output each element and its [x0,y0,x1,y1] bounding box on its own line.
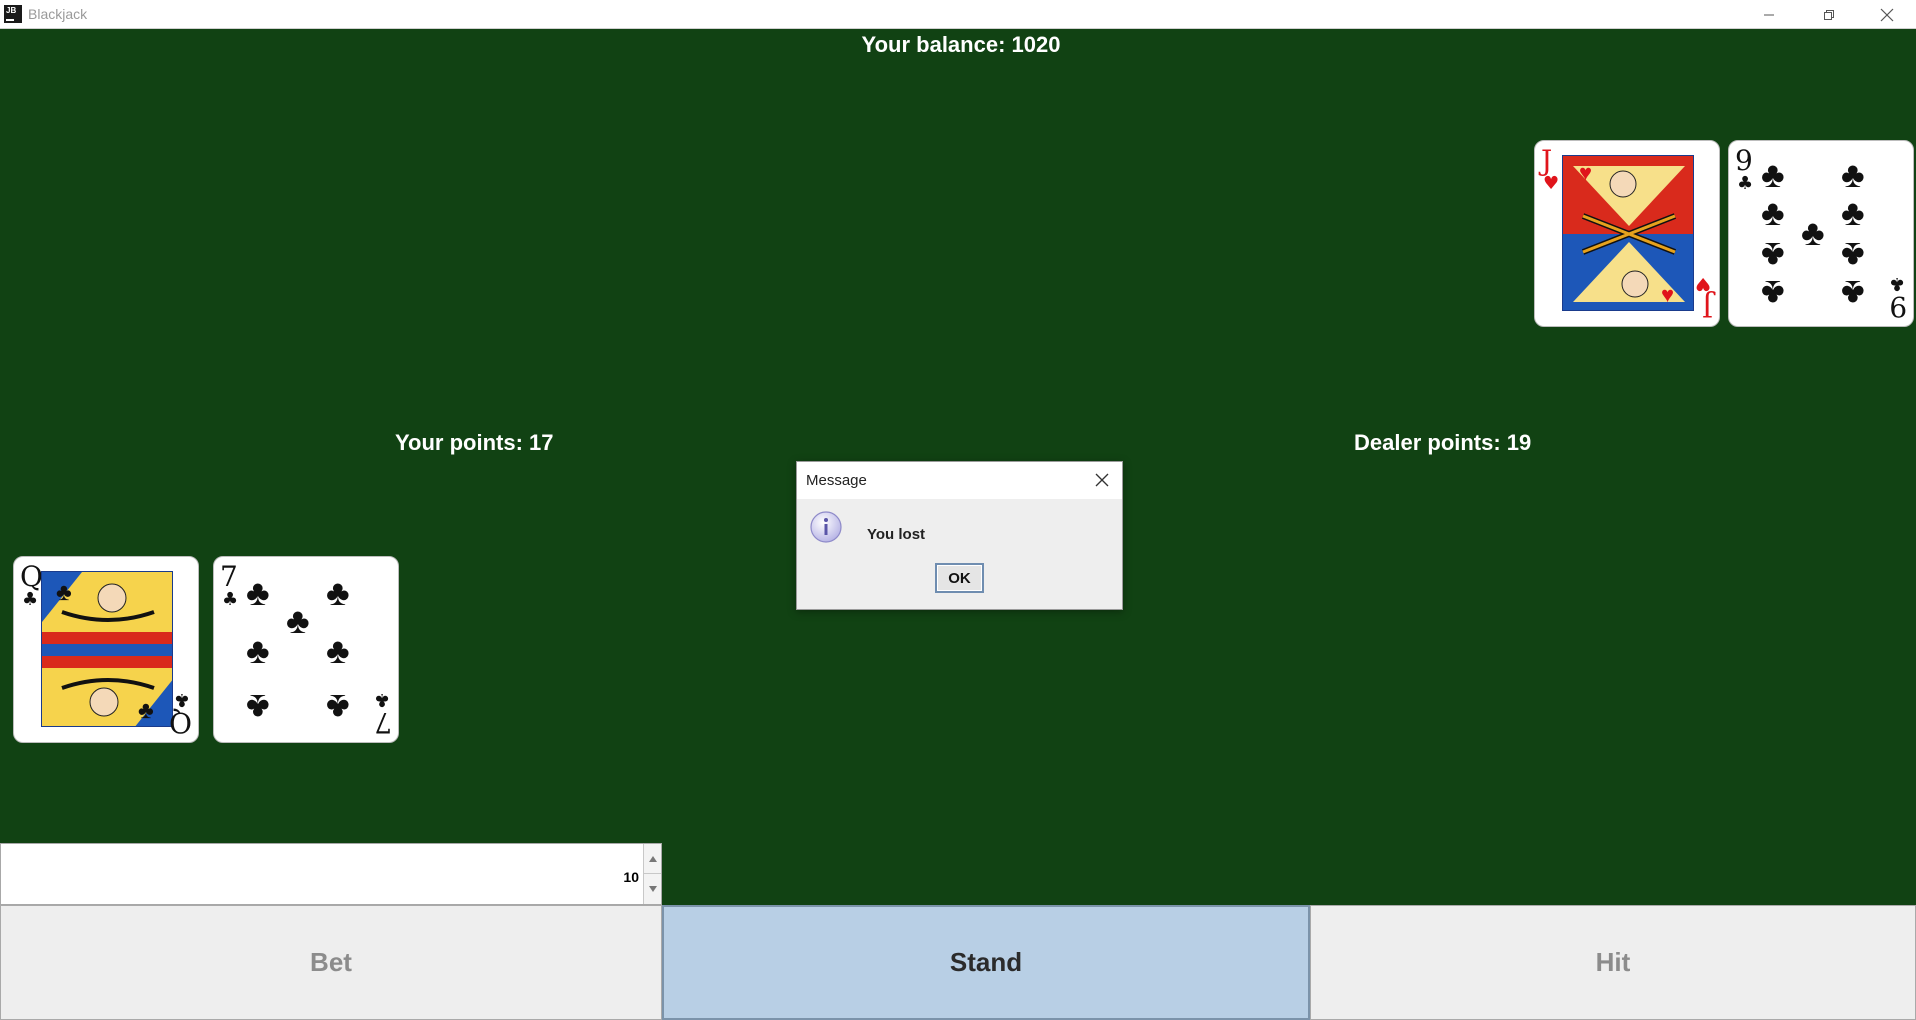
svg-text:♣: ♣ [138,697,154,724]
info-icon [809,510,843,544]
dialog-close-button[interactable] [1088,466,1116,494]
app-icon: JB [4,5,22,23]
dialog-message: You lost [867,526,926,543]
svg-text:♥: ♥ [1579,160,1592,185]
club-pip: ♣ [1761,192,1785,233]
club-pip: ♣ [246,572,270,613]
svg-text:♣: ♣ [56,579,72,606]
dialog-title: Message [806,472,867,489]
blackjack-window: JB Blackjack Your balance: 1020 Your poi… [0,0,1916,1020]
club-pip: ♣ [286,600,310,641]
club-pip: ♣ [1841,154,1865,195]
message-dialog: Message You lost OK [796,461,1123,610]
card-rank-corner: 9 ♣ [1888,273,1907,323]
restore-icon [1824,9,1834,20]
minimize-button[interactable] [1740,0,1798,29]
dialog-title-bar: Message [797,462,1122,499]
spinner-down-button[interactable] [643,874,661,904]
svg-text:♥: ♥ [1661,282,1674,307]
club-pip: ♣ [326,572,350,613]
club-pip: ♣ [246,630,270,671]
minimize-icon [1764,14,1774,15]
card-rank-corner: 7 ♣ [373,689,392,739]
jack-hearts-face-image: ♥ ♥ [1562,155,1694,311]
dealer-points-label: Dealer points: 19 [1354,430,1532,455]
close-icon [1095,473,1109,487]
dealer-card-nine-clubs: 9 ♣ ♣ ♣ ♣ ♣ ♣ ♣ ♣ ♣ ♣ 9 ♣ [1728,140,1914,327]
arrow-up-icon [648,855,657,862]
club-pip: ♣ [1841,192,1865,233]
card-rank-corner: J ♥ [1541,144,1560,194]
dealer-card-jack-hearts: J ♥ ♥ ♥ J ♥ [1534,140,1720,327]
restore-button[interactable] [1800,0,1858,29]
card-rank-corner: J ♥ [1694,273,1713,323]
card-rank-corner: 7 ♣ [220,560,239,610]
club-pip: ♣ [1761,273,1785,314]
club-pip: ♣ [1761,154,1785,195]
arrow-down-icon [648,886,657,892]
window-title: Blackjack [28,6,88,22]
stand-button[interactable]: Stand [662,905,1310,1020]
close-icon [1880,8,1894,21]
club-pip: ♣ [1841,235,1865,276]
close-window-button[interactable] [1858,0,1916,29]
player-points-label: Your points: 17 [395,430,554,455]
club-pip: ♣ [1761,235,1785,276]
card-rank-corner: Q ♣ [169,689,192,739]
player-card-seven-clubs: 7 ♣ ♣ ♣ ♣ ♣ ♣ ♣ ♣ 7 ♣ [213,556,399,743]
balance-label: Your balance: 1020 [861,32,1061,57]
player-card-queen-clubs: Q ♣ ♣ ♣ Q ♣ [13,556,199,743]
bet-amount-input[interactable] [3,846,643,902]
spinner-up-button[interactable] [643,844,661,874]
club-pip: ♣ [1841,273,1865,314]
club-pip: ♣ [326,687,350,728]
hit-button[interactable]: Hit [1310,905,1916,1020]
club-pip: ♣ [326,630,350,671]
card-rank-corner: 9 ♣ [1735,144,1754,194]
bet-amount-spinner[interactable] [0,843,662,905]
title-bar: JB Blackjack [0,0,1916,29]
club-pip: ♣ [1801,212,1825,253]
card-rank-corner: Q ♣ [20,560,43,610]
club-pip: ♣ [246,687,270,728]
bet-button[interactable]: Bet [0,905,662,1020]
dialog-ok-button[interactable]: OK [935,563,984,593]
queen-clubs-face-image: ♣ ♣ [41,571,173,727]
